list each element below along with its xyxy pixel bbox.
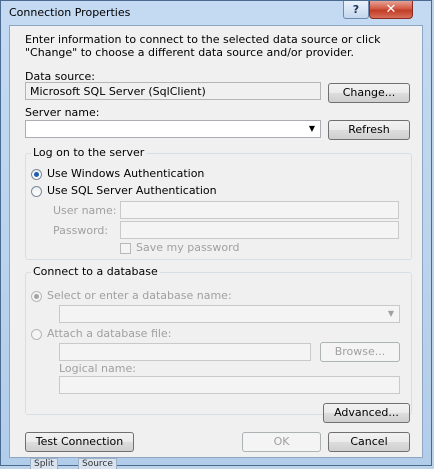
password-label: Password: [53, 224, 109, 237]
password-input[interactable] [120, 221, 399, 239]
database-file-input[interactable] [59, 343, 311, 361]
close-button[interactable]: ✕ [369, 1, 413, 19]
ok-button[interactable]: OK [242, 432, 321, 452]
advanced-button[interactable]: Advanced... [323, 403, 410, 423]
user-name-label: User name: [53, 204, 117, 217]
windows-auth-label[interactable]: Use Windows Authentication [47, 167, 204, 180]
user-name-input[interactable] [120, 201, 399, 219]
attach-database-radio[interactable] [31, 329, 42, 340]
logon-group: Log on to the server Use Windows Authent… [25, 146, 412, 260]
database-group: Connect to a database Select or enter a … [25, 265, 412, 415]
server-name-label: Server name: [25, 106, 100, 119]
dropdown-arrow-icon[interactable]: ▼ [383, 306, 399, 322]
radio-selected-dot [34, 172, 39, 177]
window-title: Connection Properties [9, 6, 131, 19]
close-icon: ✕ [385, 2, 397, 17]
source-tab[interactable]: Source [78, 458, 117, 469]
browse-button[interactable]: Browse... [320, 342, 400, 362]
data-source-field: Microsoft SQL Server (SqlClient) [25, 82, 321, 100]
database-name-combo[interactable]: ▼ [59, 305, 400, 323]
logon-group-title: Log on to the server [31, 146, 147, 159]
connection-properties-dialog: Connection Properties ? ✕ Enter informat… [0, 0, 432, 466]
save-password-checkbox[interactable] [120, 243, 131, 254]
dropdown-arrow-icon[interactable]: ▼ [304, 121, 320, 137]
refresh-button[interactable]: Refresh [328, 120, 410, 140]
logical-name-label: Logical name: [59, 362, 136, 375]
database-group-title: Connect to a database [31, 265, 160, 278]
split-tab[interactable]: Split [30, 458, 58, 469]
change-button[interactable]: Change... [328, 83, 410, 103]
logical-name-input[interactable] [59, 376, 400, 394]
select-database-radio[interactable] [31, 291, 42, 302]
windows-auth-radio[interactable] [31, 169, 42, 180]
attach-database-label[interactable]: Attach a database file: [47, 327, 171, 340]
radio-selected-dot [34, 294, 39, 299]
cancel-button[interactable]: Cancel [328, 432, 410, 452]
sql-auth-label[interactable]: Use SQL Server Authentication [47, 184, 217, 197]
server-name-combo[interactable]: ▼ [25, 120, 321, 138]
help-button[interactable]: ? [343, 1, 369, 19]
save-password-label[interactable]: Save my password [136, 241, 239, 254]
sql-auth-radio[interactable] [31, 186, 42, 197]
dialog-body: Enter information to connect to the sele… [9, 25, 423, 458]
intro-text: Enter information to connect to the sele… [25, 33, 381, 59]
test-connection-button[interactable]: Test Connection [25, 432, 134, 452]
select-database-label[interactable]: Select or enter a database name: [47, 289, 232, 302]
